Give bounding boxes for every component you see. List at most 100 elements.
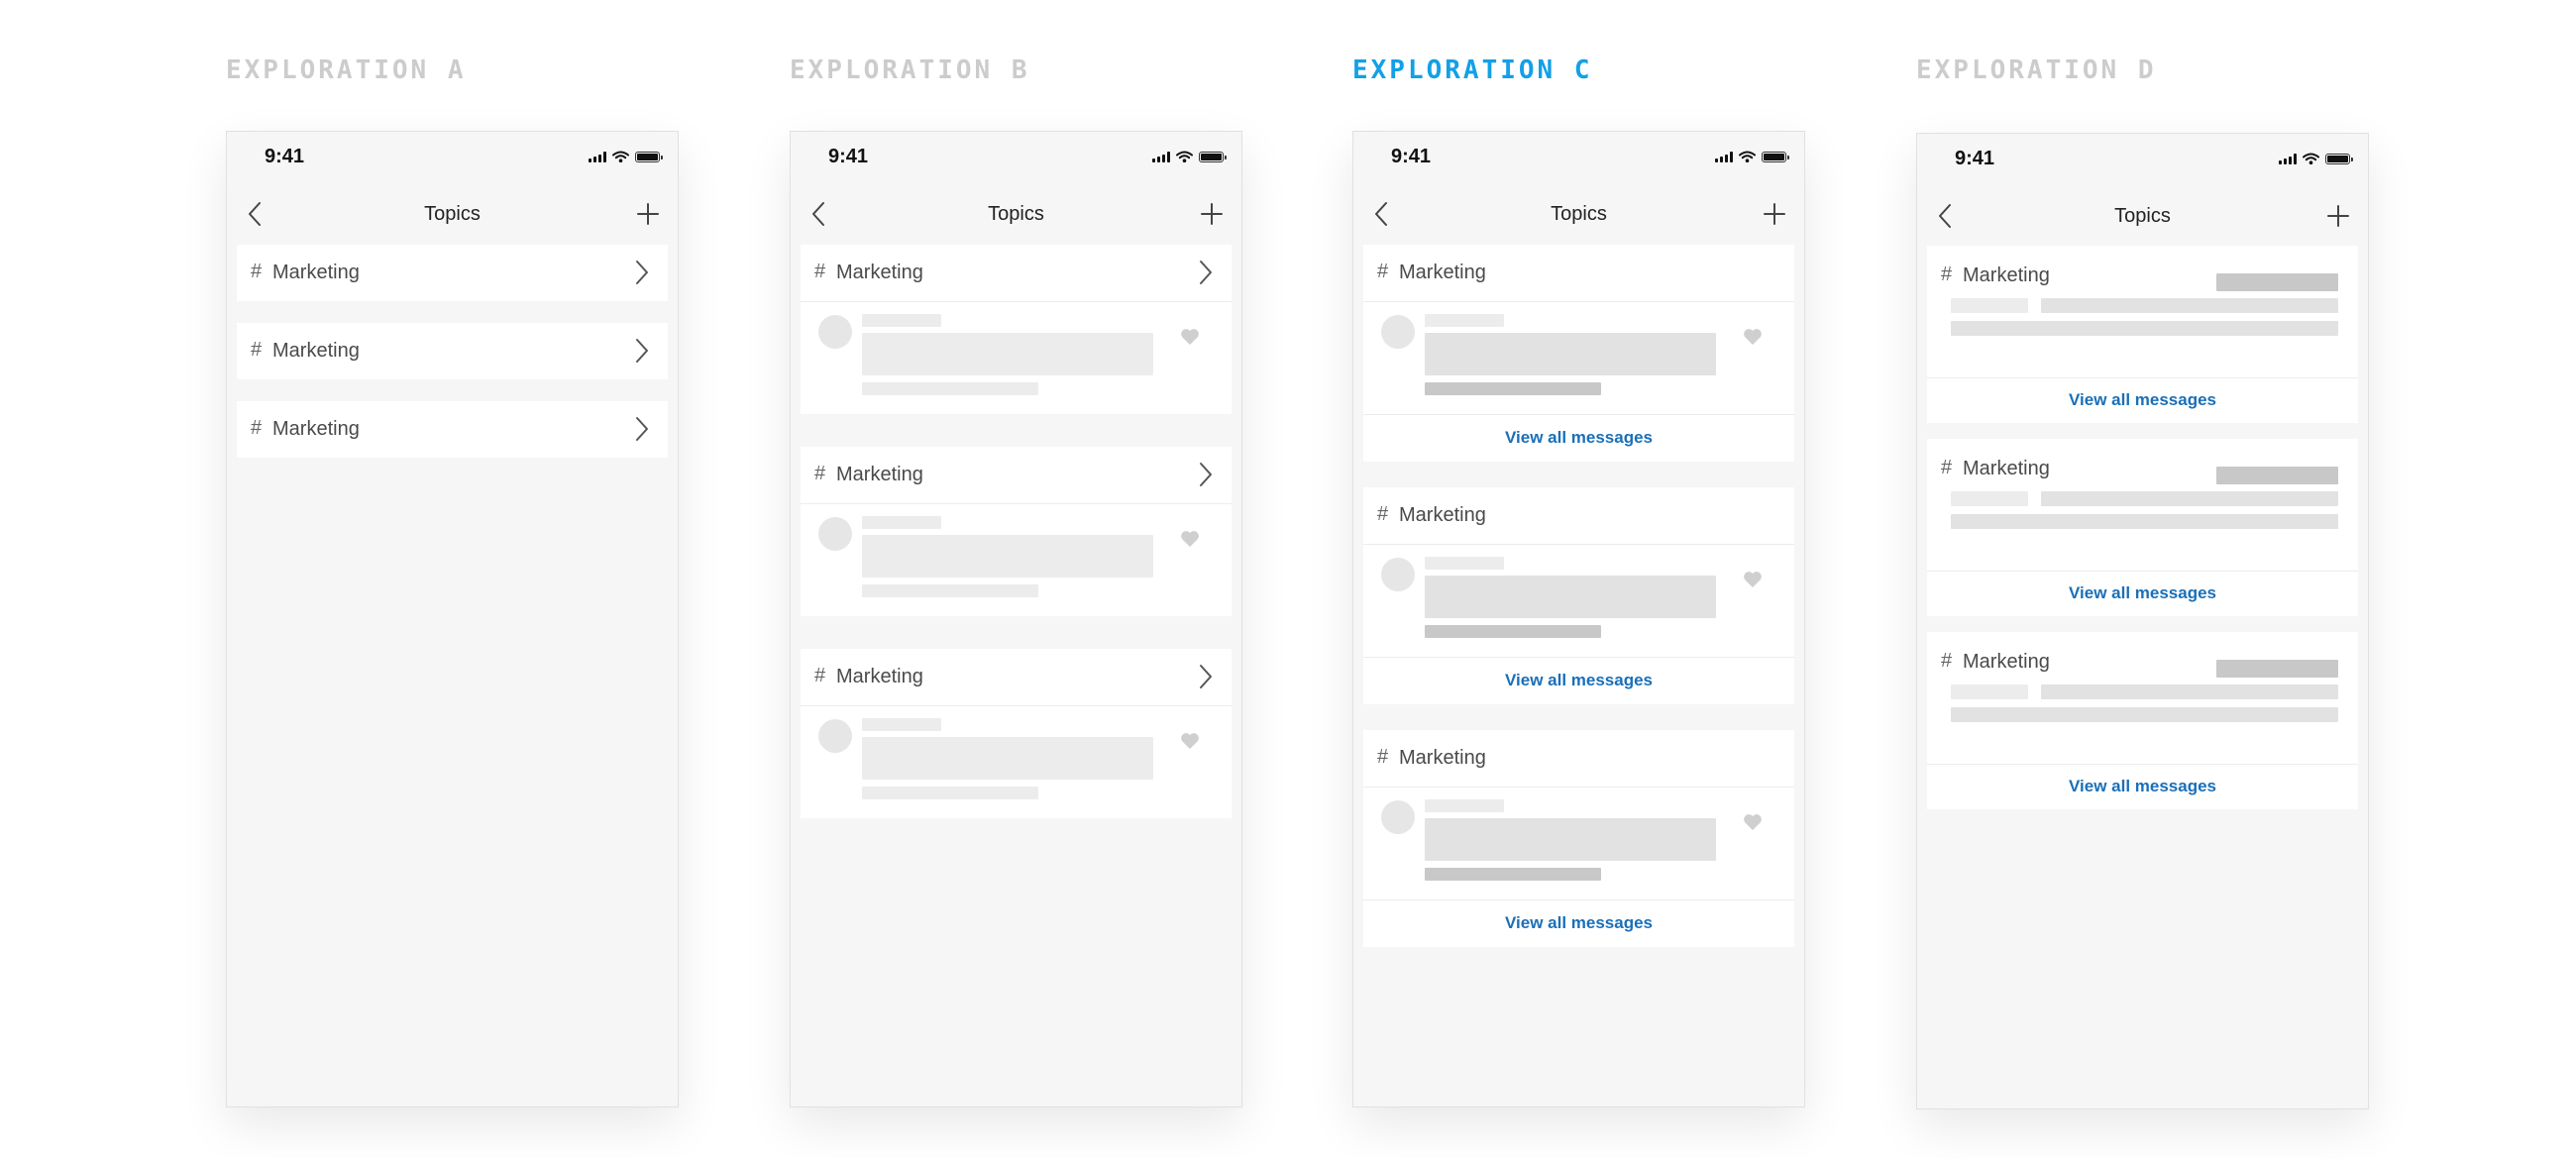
phone-frame: 9:41 Topics # Marketing # Marketing # Ma… xyxy=(226,131,679,1107)
timestamp-placeholder xyxy=(1425,868,1601,881)
message-text-placeholder xyxy=(2041,298,2338,313)
chevron-right-icon[interactable] xyxy=(1198,260,1214,285)
status-time: 9:41 xyxy=(1391,146,1432,167)
message-preview[interactable] xyxy=(1363,787,1794,899)
message-text-placeholder xyxy=(862,737,1153,780)
hash-symbol: # xyxy=(251,339,263,361)
topic-label: Marketing xyxy=(1963,458,2050,479)
plus-icon[interactable] xyxy=(1200,202,1224,226)
message-text-placeholder xyxy=(1425,818,1716,861)
chevron-right-icon[interactable] xyxy=(1198,664,1214,689)
battery-icon xyxy=(1199,151,1227,162)
heart-icon[interactable] xyxy=(1180,732,1200,750)
hash-symbol: # xyxy=(251,261,263,282)
topic-row[interactable]: # Marketing xyxy=(237,323,668,379)
chevron-right-icon[interactable] xyxy=(634,260,650,285)
heart-icon[interactable] xyxy=(1743,813,1763,831)
heart-icon[interactable] xyxy=(1180,530,1200,548)
heart-icon[interactable] xyxy=(1180,328,1200,346)
chevron-right-icon[interactable] xyxy=(1198,462,1214,487)
hash-symbol: # xyxy=(1377,746,1389,768)
topic-label: Marketing xyxy=(272,340,360,362)
status-icons xyxy=(589,151,663,162)
exploration-title: EXPLORATION C xyxy=(1352,55,1593,85)
message-preview[interactable] xyxy=(801,503,1232,616)
topic-row[interactable]: # Marketing xyxy=(801,447,1232,503)
message-preview[interactable] xyxy=(801,301,1232,414)
topic-card[interactable]: # Marketing xyxy=(237,245,668,301)
topic-card: # Marketing View all messages xyxy=(1363,245,1794,462)
status-bar: 9:41 xyxy=(1917,134,2368,183)
plus-icon[interactable] xyxy=(636,202,660,226)
cellular-signal-icon xyxy=(2279,153,2297,164)
heart-icon[interactable] xyxy=(1743,328,1763,346)
avatar-placeholder xyxy=(1381,315,1415,349)
cellular-signal-icon xyxy=(1152,151,1170,162)
message-preview[interactable] xyxy=(1927,273,2358,377)
topic-row[interactable]: # Marketing xyxy=(801,649,1232,705)
phone-frame: 9:41 Topics # Marketing View all message… xyxy=(1916,133,2369,1109)
message-text-placeholder xyxy=(1951,321,2338,336)
message-text-placeholder xyxy=(2041,491,2338,506)
view-all-messages-link[interactable]: View all messages xyxy=(1927,571,2358,616)
author-placeholder xyxy=(862,718,941,731)
topic-card: # Marketing View all messages xyxy=(1927,439,2358,616)
author-placeholder xyxy=(862,314,941,327)
hash-symbol: # xyxy=(814,463,826,484)
message-text-placeholder xyxy=(1425,576,1716,618)
message-text-placeholder xyxy=(2041,684,2338,699)
view-all-messages-link[interactable]: View all messages xyxy=(1363,657,1794,704)
topic-label: Marketing xyxy=(836,262,923,283)
plus-icon[interactable] xyxy=(1763,202,1786,226)
view-all-messages-link[interactable]: View all messages xyxy=(1927,764,2358,809)
topic-card: # Marketing View all messages xyxy=(1363,730,1794,947)
topic-row[interactable]: # Marketing xyxy=(1363,730,1794,787)
message-preview[interactable] xyxy=(1927,467,2358,571)
wifi-icon xyxy=(2303,153,2319,164)
chevron-right-icon[interactable] xyxy=(634,338,650,364)
hash-symbol: # xyxy=(251,417,263,439)
topic-card[interactable]: # Marketing xyxy=(237,401,668,458)
topic-row[interactable]: # Marketing xyxy=(801,245,1232,301)
status-bar: 9:41 xyxy=(227,132,678,181)
message-text-placeholder xyxy=(862,535,1153,578)
timestamp-placeholder xyxy=(1425,625,1601,638)
timestamp-placeholder xyxy=(1425,382,1601,395)
view-all-messages-link[interactable]: View all messages xyxy=(1363,899,1794,947)
view-all-messages-link[interactable]: View all messages xyxy=(1927,377,2358,423)
plus-icon[interactable] xyxy=(2326,204,2350,228)
message-preview[interactable] xyxy=(1363,544,1794,657)
topic-row[interactable]: # Marketing xyxy=(1363,487,1794,544)
message-preview[interactable] xyxy=(1927,660,2358,764)
message-preview[interactable] xyxy=(801,705,1232,818)
topic-row[interactable]: # Marketing xyxy=(1363,245,1794,301)
exploration-title: EXPLORATION B xyxy=(790,55,1030,85)
meta-placeholder xyxy=(2216,273,2338,291)
page-title: Topics xyxy=(1551,203,1607,225)
status-bar: 9:41 xyxy=(791,132,1241,181)
page-title: Topics xyxy=(2114,205,2171,227)
hash-symbol: # xyxy=(814,261,826,282)
timestamp-placeholder xyxy=(862,382,1038,395)
status-bar: 9:41 xyxy=(1353,132,1804,181)
topic-label: Marketing xyxy=(272,262,360,283)
page-title: Topics xyxy=(988,203,1044,225)
status-icons xyxy=(1715,151,1789,162)
message-text-placeholder xyxy=(862,333,1153,375)
author-placeholder xyxy=(1951,684,2028,699)
topic-row[interactable]: # Marketing xyxy=(237,245,668,301)
chevron-right-icon[interactable] xyxy=(634,416,650,442)
view-all-messages-link[interactable]: View all messages xyxy=(1363,414,1794,462)
topic-label: Marketing xyxy=(272,418,360,440)
hash-symbol: # xyxy=(1377,261,1389,282)
message-text-placeholder xyxy=(1951,514,2338,529)
hash-symbol: # xyxy=(814,665,826,686)
topic-row[interactable]: # Marketing xyxy=(237,401,668,458)
phone-frame: 9:41 Topics # Marketing xyxy=(790,131,1242,1107)
topic-label: Marketing xyxy=(836,666,923,687)
message-preview[interactable] xyxy=(1363,301,1794,414)
page-title: Topics xyxy=(424,203,481,225)
heart-icon[interactable] xyxy=(1743,571,1763,588)
topic-card: # Marketing xyxy=(801,649,1232,818)
topic-card[interactable]: # Marketing xyxy=(237,323,668,379)
